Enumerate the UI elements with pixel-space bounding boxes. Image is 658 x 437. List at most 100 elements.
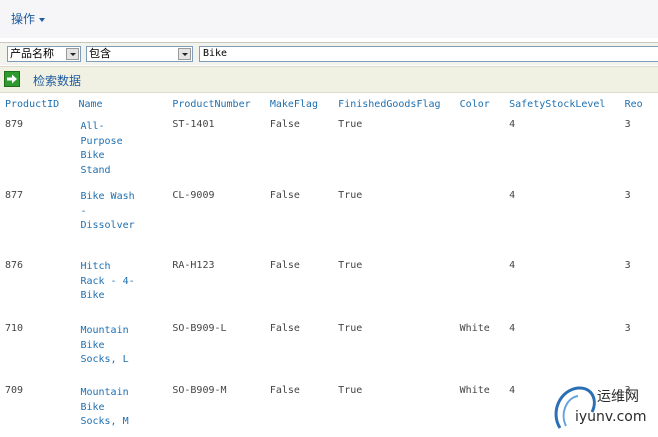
cell-value [460,113,504,119]
cell-makeflag: False [265,184,333,254]
cell-value: 4 [509,190,516,201]
table-row: 876 Hitch Rack - 4-Bike RA-H123 False True 4 3 [0,254,658,316]
cell-productnumber: SO-B909-L [167,316,264,378]
dropdown-arrow-icon[interactable] [178,48,191,60]
watermark-text-en: iyunv.com [575,409,647,425]
table-row: 710 Mountain Bike Socks, L SO-B909-L False T… [0,316,658,378]
cell-value: 877 [5,190,24,201]
cell-value: True [338,119,363,130]
chevron-down-icon [39,17,46,22]
cell-productid: 879 [0,113,73,184]
results-table: ProductID Name ProductNumber MakeFlag Finish… [0,95,658,430]
go-arrow-icon[interactable] [4,71,20,87]
cell-name: All-Purpose Bike Stand [73,113,167,184]
column-header[interactable]: MakeFlag [265,95,333,113]
cell-value: False [269,119,300,130]
cell-finishedgoodsflag: True [333,254,454,316]
column-header[interactable]: FinishedGoodsFlag [333,95,454,113]
cell-value: White [459,385,490,396]
cell-value: ST-1401 [172,119,215,130]
column-header[interactable]: ProductID [0,95,73,113]
column-header[interactable]: ProductNumber [167,95,264,113]
cell-value: False [269,323,300,334]
cell-value: False [269,190,300,201]
cell-reorder: 3 [620,184,658,254]
dropdown-arrow-icon[interactable] [66,48,79,60]
search-data-link[interactable]: 检索数据 [33,72,81,89]
cell-value: 3 [624,260,631,271]
product-name-link[interactable]: Mountain Bike Socks, M [80,378,138,430]
cell-makeflag: False [265,113,333,184]
cell-productid: 877 [0,184,73,254]
cell-safetystocklevel: 4 [504,184,619,254]
cell-color: White [455,378,504,430]
cell-safetystocklevel: 4 [504,113,619,184]
actions-menu[interactable]: 操作 [11,10,46,27]
column-header[interactable]: SafetyStockLevel [504,95,619,113]
field-select[interactable]: 产品名称 [7,46,81,62]
cell-makeflag: False [265,254,333,316]
product-name-link[interactable]: Bike Wash - Dissolver [80,184,138,234]
cell-productnumber: SO-B909-M [167,378,264,430]
cell-value: 876 [5,260,24,271]
cell-value: 709 [5,385,24,396]
cell-value: White [459,323,490,334]
cell-value: 4 [509,323,516,334]
cell-value: RA-H123 [172,260,215,271]
cell-reorder: 3 [620,113,658,184]
cell-value [460,254,504,260]
cell-value: False [269,260,300,271]
cell-finishedgoodsflag: True [333,184,454,254]
cell-finishedgoodsflag: True [333,113,454,184]
cell-productid: 710 [0,316,73,378]
product-name-link[interactable]: Mountain Bike Socks, L [80,316,138,368]
column-header[interactable]: Color [455,95,504,113]
cell-value: True [338,260,363,271]
column-header[interactable]: Name [73,95,167,113]
cell-color [455,113,504,184]
cell-color: White [455,316,504,378]
cell-color [455,184,504,254]
cell-finishedgoodsflag: True [333,378,454,430]
cell-makeflag: False [265,316,333,378]
cell-value: 879 [5,119,24,130]
cell-reorder: 3 [620,316,658,378]
cell-finishedgoodsflag: True [333,316,454,378]
cell-productnumber: CL-9009 [167,184,264,254]
cell-value: True [338,190,363,201]
cell-name: Hitch Rack - 4-Bike [73,254,167,316]
cell-productnumber: RA-H123 [167,254,264,316]
operator-select-value: 包含 [89,47,111,60]
watermark-logo: 运维网 iyunv.com [548,382,658,434]
filter-bar: 产品名称 包含 Bike [0,42,658,65]
product-name-link[interactable]: All-Purpose Bike Stand [80,113,138,178]
cell-value: 710 [5,323,24,334]
cell-productnumber: ST-1401 [167,113,264,184]
cell-productid: 876 [0,254,73,316]
operator-select[interactable]: 包含 [86,46,193,62]
table-row: 877 Bike Wash - Dissolver CL-9009 False True… [0,184,658,254]
top-toolbar: 操作 [0,0,658,38]
product-name-link[interactable]: Hitch Rack - 4-Bike [80,254,138,304]
column-header[interactable]: Reo [620,95,658,113]
cell-value: CL-9009 [172,190,215,201]
cell-value: 4 [509,119,516,130]
cell-reorder: 3 [620,254,658,316]
cell-name: Mountain Bike Socks, L [73,316,167,378]
search-input[interactable]: Bike [199,46,658,62]
search-input-value: Bike [203,48,228,59]
cell-value: SO-B909-M [172,385,227,396]
cell-value: 4 [509,260,516,271]
cell-value [460,184,504,190]
cell-value: True [338,323,363,334]
cell-color [455,254,504,316]
cell-value: True [338,385,363,396]
cell-safetystocklevel: 4 [504,316,619,378]
watermark-text-cn: 运维网 [597,389,639,405]
cell-value: 3 [624,323,631,334]
cell-name: Mountain Bike Socks, M [73,378,167,430]
cell-safetystocklevel: 4 [504,254,619,316]
table-header-row: ProductID Name ProductNumber MakeFlag Finish… [0,95,658,113]
cell-name: Bike Wash - Dissolver [73,184,167,254]
table-row: 879 All-Purpose Bike Stand ST-1401 False Tru… [0,113,658,184]
